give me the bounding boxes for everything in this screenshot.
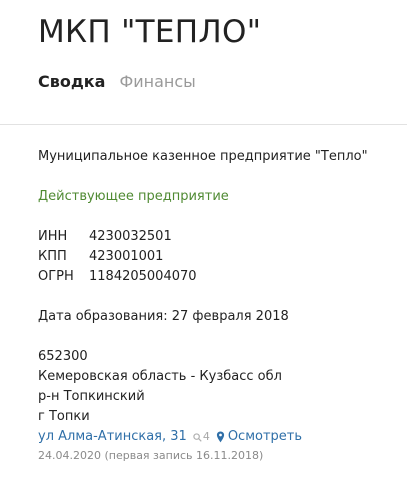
address-block: 652300 Кемеровская область - Кузбасс обл… [38,347,398,465]
view-on-map-label: Осмотреть [227,429,303,444]
address-city: г Топки [38,409,90,424]
tab-bar: Сводка Финансы [38,72,196,91]
kpp-label: КПП [38,249,67,264]
address-street-link[interactable]: ул Алма-Атинская, 31 [38,427,187,447]
tab-finances[interactable]: Финансы [119,72,195,91]
kpp-value: 423001001 [89,249,164,264]
address-region: Кемеровская область - Кузбасс обл [38,369,282,384]
registration-date: Дата образования: 27 февраля 2018 [38,309,289,324]
ogrn-value: 1184205004070 [89,269,197,284]
address-district: р-н Топкинский [38,389,145,404]
company-summary: Муниципальное казенное предприятие "Тепл… [38,147,398,465]
map-pin-icon [216,431,224,443]
address-postcode: 652300 [38,349,88,364]
search-icon [193,432,202,442]
address-street-row: ул Алма-Атинская, 31 4 Осмотреть [38,427,398,447]
inn-label: ИНН [38,229,68,244]
divider [0,124,407,125]
inn-value: 4230032501 [89,229,172,244]
search-count-value: 4 [202,430,210,443]
company-full-name: Муниципальное казенное предприятие "Тепл… [38,149,368,164]
tab-summary[interactable]: Сводка [38,72,105,91]
address-record-dates: 24.04.2020 (первая запись 16.11.2018) [38,449,264,462]
ogrn-label: ОГРН [38,269,74,284]
view-on-map-button[interactable]: Осмотреть [216,427,302,447]
address-search-count[interactable]: 4 [193,427,210,447]
status-badge: Действующее предприятие [38,189,229,204]
company-codes: ИНН 4230032501 КПП 423001001 ОГРН 118420… [38,227,398,287]
page-title: МКП "ТЕПЛО" [38,14,262,50]
